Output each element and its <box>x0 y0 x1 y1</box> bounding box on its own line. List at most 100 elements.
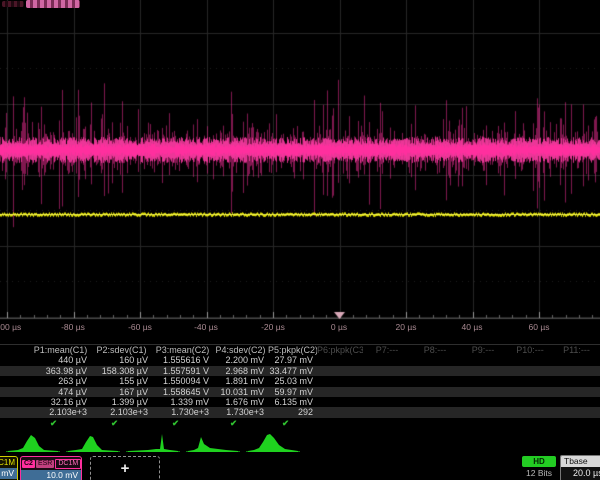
measure-value-p2-r5: 1.399 µV <box>91 397 152 407</box>
time-axis-label: -80 µs <box>43 322 103 332</box>
measure-value-p8-r3 <box>411 376 459 386</box>
measure-col-header-p11[interactable]: P11:--- <box>553 345 600 355</box>
row-label-spacer <box>0 397 30 407</box>
measure-value-p2-r6: 2.103e+3 <box>91 407 152 417</box>
measure-value-p8-r1 <box>411 355 459 365</box>
timebase-label: Tbase <box>561 456 600 467</box>
measure-status-check-p8 <box>411 418 459 428</box>
measure-value-p3-r6: 1.730e+3 <box>152 407 213 417</box>
measure-value-p10-r3 <box>507 376 553 386</box>
measure-value-p7-r5 <box>363 397 411 407</box>
measure-value-p6-r3 <box>317 376 363 386</box>
measure-value-p3-r4: 1.558645 V <box>152 387 213 397</box>
measure-value-p3-r5: 1.339 mV <box>152 397 213 407</box>
hd-mode-badge[interactable]: HD <box>522 456 556 467</box>
measure-value-p2-r3: 155 µV <box>91 376 152 386</box>
timebase-descriptor[interactable]: Tbase 20.0 µs/div <box>560 455 600 480</box>
measure-value-p10-r2 <box>507 366 553 376</box>
row-label-spacer <box>0 407 30 417</box>
row-label-spacer <box>0 418 30 428</box>
measure-col-header-p7[interactable]: P7:--- <box>363 345 411 355</box>
measure-value-p4-r5: 1.676 mV <box>213 397 268 407</box>
measure-value-p2-r2: 158.308 µV <box>91 366 152 376</box>
measure-value-p3-r1: 1.555616 V <box>152 355 213 365</box>
measure-col-header-p4[interactable]: P4:sdev(C2) <box>213 345 268 355</box>
measure-value-p11-r5 <box>553 397 600 407</box>
c1-coupling-label: DC1M <box>0 457 17 468</box>
measurement-table: P1:mean(C1)P2:sdev(C1)P3:mean(C2)P4:sdev… <box>0 344 600 428</box>
measure-value-p6-r4 <box>317 387 363 397</box>
measure-value-p2-r1: 160 µV <box>91 355 152 365</box>
measurement-histogram-icon-p4[interactable] <box>186 430 240 454</box>
time-axis-label: 40 µs <box>442 322 502 332</box>
measure-value-p4-r4: 10.031 mV <box>213 387 268 397</box>
measure-value-p4-r3: 1.891 mV <box>213 376 268 386</box>
plus-icon: + <box>91 457 159 480</box>
measure-col-header-p10[interactable]: P10:--- <box>507 345 553 355</box>
measure-status-check-p9 <box>459 418 507 428</box>
measure-value-p7-r1 <box>363 355 411 365</box>
measure-value-p10-r4 <box>507 387 553 397</box>
time-axis-label: -20 µs <box>243 322 303 332</box>
measure-value-p11-r1 <box>553 355 600 365</box>
measure-value-p9-r4 <box>459 387 507 397</box>
measurement-histogram-icon-p5[interactable] <box>246 430 300 454</box>
measure-value-p11-r6 <box>553 407 600 417</box>
clipped-pink-label <box>26 0 80 8</box>
timebase-value: 20.0 µs/div <box>561 467 600 480</box>
measure-col-header-p2[interactable]: P2:sdev(C1) <box>91 345 152 355</box>
row-label-spacer <box>0 355 30 365</box>
measure-value-p7-r6 <box>363 407 411 417</box>
measure-status-check-p2: ✔ <box>91 418 152 428</box>
time-axis-label: -40 µs <box>176 322 236 332</box>
measure-value-p4-r6: 1.730e+3 <box>213 407 268 417</box>
measure-status-check-p7 <box>363 418 411 428</box>
measure-value-p11-r4 <box>553 387 600 397</box>
measure-col-header-p1[interactable]: P1:mean(C1) <box>30 345 91 355</box>
measure-col-header-p8[interactable]: P8:--- <box>411 345 459 355</box>
measure-value-p9-r5 <box>459 397 507 407</box>
measure-value-p7-r3 <box>363 376 411 386</box>
row-label-spacer <box>0 376 30 386</box>
measure-value-p10-r1 <box>507 355 553 365</box>
time-axis-label: -100 µs <box>0 322 37 332</box>
measure-value-p5-r6: 292 <box>268 407 317 417</box>
row-label-spacer <box>0 366 30 376</box>
channel-descriptor-c1[interactable]: DC1M 0 mV <box>0 456 18 480</box>
measure-value-p5-r5: 6.135 mV <box>268 397 317 407</box>
clipped-toolbar-fragment <box>2 1 24 7</box>
measurement-histogram-icon-p1[interactable] <box>6 430 60 454</box>
measurement-histogram-icon-p3[interactable] <box>126 430 180 454</box>
measure-value-p1-r2: 363.98 µV <box>30 366 91 376</box>
measure-value-p5-r3: 25.03 mV <box>268 376 317 386</box>
measure-status-check-p10 <box>507 418 553 428</box>
measure-value-p7-r4 <box>363 387 411 397</box>
bottom-status-bar: DC1M 0 mV C2 ESR DC1M 10.0 mV + HD 12 Bi… <box>0 455 600 480</box>
measurement-histogram-icon-p2[interactable] <box>66 430 120 454</box>
measure-value-p4-r1: 2.200 mV <box>213 355 268 365</box>
measure-value-p1-r6: 2.103e+3 <box>30 407 91 417</box>
measure-status-check-p11 <box>553 418 600 428</box>
measure-value-p3-r3: 1.550094 V <box>152 376 213 386</box>
measure-col-header-p6[interactable]: P6:pkpk(C3) <box>317 345 363 355</box>
time-axis-label: 60 µs <box>509 322 569 332</box>
channel-descriptor-c2[interactable]: C2 ESR DC1M 10.0 mV <box>20 456 82 480</box>
waveform-grid[interactable] <box>0 0 600 344</box>
measure-value-p9-r1 <box>459 355 507 365</box>
add-trace-button[interactable]: + <box>90 456 160 480</box>
measure-value-p11-r2 <box>553 366 600 376</box>
time-axis-label: 0 µs <box>309 322 369 332</box>
measure-value-p1-r4: 474 µV <box>30 387 91 397</box>
measure-col-header-p9[interactable]: P9:--- <box>459 345 507 355</box>
measure-value-p8-r5 <box>411 397 459 407</box>
measure-value-p6-r6 <box>317 407 363 417</box>
c1-vdiv-value: 0 mV <box>0 468 17 479</box>
c2-esr-badge: ESR <box>36 460 54 468</box>
c2-channel-badge: C2 <box>22 460 35 468</box>
measure-col-header-p5[interactable]: P5:pkpk(C2) <box>268 345 317 355</box>
measure-value-p6-r1 <box>317 355 363 365</box>
measure-status-check-p3: ✔ <box>152 418 213 428</box>
measure-col-header-p3[interactable]: P3:mean(C2) <box>152 345 213 355</box>
measure-value-p8-r2 <box>411 366 459 376</box>
measure-value-p1-r5: 32.16 µV <box>30 397 91 407</box>
